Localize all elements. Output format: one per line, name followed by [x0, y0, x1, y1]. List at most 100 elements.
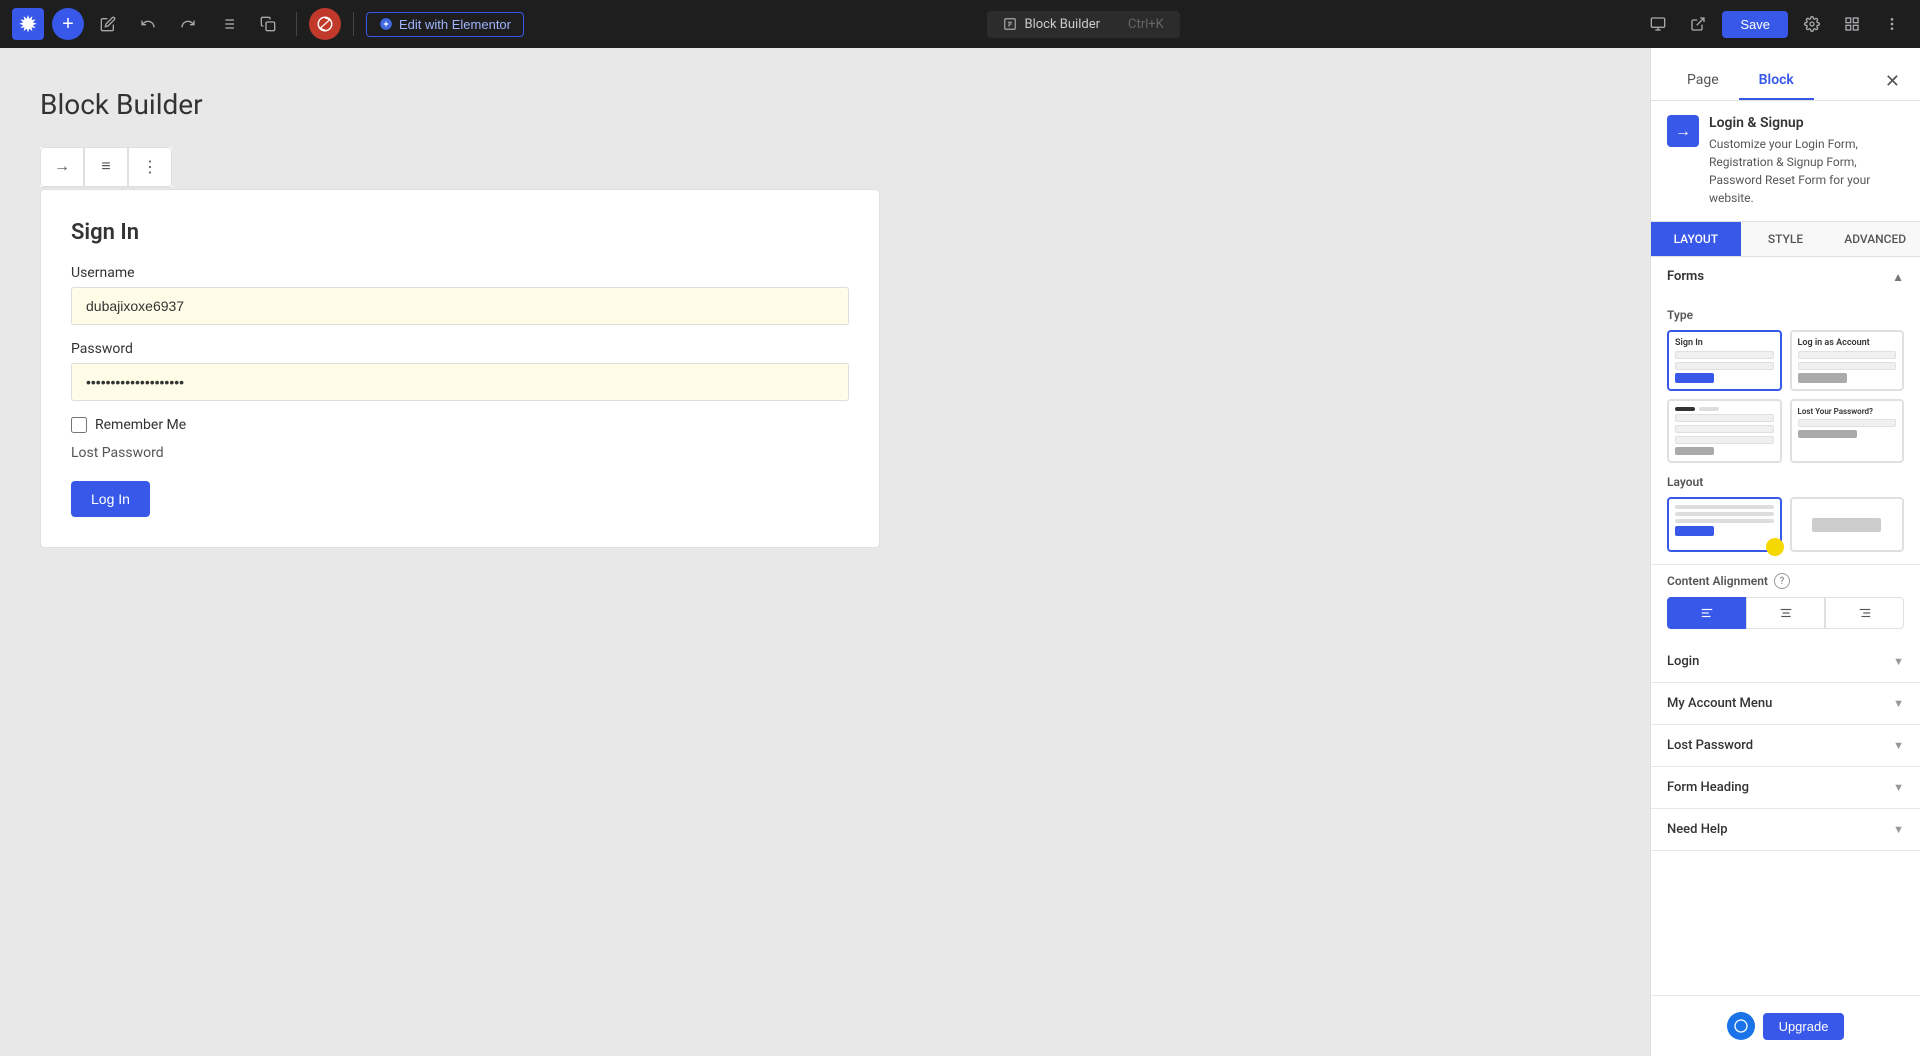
password-input[interactable]: [71, 363, 849, 401]
sub-tab-advanced[interactable]: ADVANCED: [1830, 222, 1920, 256]
sidebar-footer: Upgrade: [1651, 995, 1920, 1056]
accordion-login-header[interactable]: Login ▼: [1651, 641, 1920, 682]
edit-icon-button[interactable]: [92, 8, 124, 40]
block-more-button[interactable]: ⋮: [128, 147, 172, 187]
align-center-button[interactable]: [1746, 597, 1825, 629]
block-widget-wrapper: → ≡ ⋮ Sign In Username Password: [40, 189, 880, 548]
type-card-register-btn: [1675, 447, 1714, 455]
accordion-lost-password-header[interactable]: Lost Password ▼: [1651, 725, 1920, 766]
navigator-button[interactable]: [212, 8, 244, 40]
footer-logo: [1727, 1012, 1755, 1040]
layout-icon-button[interactable]: [1836, 8, 1868, 40]
layout-inline-preview: [1812, 518, 1881, 532]
accordion-form-heading-label: Form Heading: [1667, 780, 1749, 795]
forms-panel-section: Forms ▲ Type Sign In Log in as Acc: [1651, 257, 1920, 565]
toolbar-center: Block Builder Ctrl+K: [532, 11, 1634, 38]
plugin-logo[interactable]: [309, 8, 341, 40]
accordion-login-chevron: ▼: [1893, 655, 1904, 668]
username-label: Username: [71, 265, 849, 281]
responsive-icon-button[interactable]: [1642, 8, 1674, 40]
toolbar-divider: [296, 12, 297, 36]
type-card-account-btn: [1798, 373, 1847, 383]
username-field: Username: [71, 265, 849, 325]
toolbar: ✹ + Edit with Elementor Block Builder Ct…: [0, 0, 1920, 48]
accordion-my-account-label: My Account Menu: [1667, 696, 1772, 711]
tab-block[interactable]: Block: [1739, 62, 1814, 100]
accordion-lost-password-chevron: ▼: [1893, 739, 1904, 752]
sub-tab-layout[interactable]: LAYOUT: [1651, 222, 1741, 256]
forms-section-content: Type Sign In Log in as Account: [1651, 296, 1920, 552]
lost-password-link[interactable]: Lost Password: [71, 445, 849, 461]
accordion-my-account-chevron: ▼: [1893, 697, 1904, 710]
type-card-btn: [1675, 373, 1714, 383]
tab-page[interactable]: Page: [1667, 62, 1739, 100]
layout-label: Layout: [1667, 475, 1904, 489]
save-button[interactable]: Save: [1722, 11, 1788, 38]
page-title-button[interactable]: Block Builder Ctrl+K: [987, 11, 1180, 38]
forms-section-header[interactable]: Forms ▲: [1651, 257, 1920, 296]
alignment-buttons: [1667, 597, 1904, 629]
forms-section-label: Forms: [1667, 269, 1704, 284]
remember-me-label: Remember Me: [95, 417, 186, 433]
sidebar-header: Page Block ✕: [1651, 48, 1920, 101]
page-title-text: Block Builder: [1025, 17, 1101, 32]
type-label: Type: [1667, 308, 1904, 322]
accordion-need-help: Need Help ▼: [1651, 809, 1920, 851]
more-options-button[interactable]: [1876, 8, 1908, 40]
accordion-form-heading: Form Heading ▼: [1651, 767, 1920, 809]
username-input[interactable]: [71, 287, 849, 325]
block-info-text-content: Login & Signup Customize your Login Form…: [1709, 115, 1904, 207]
canvas-page-heading: Block Builder: [40, 88, 203, 121]
form-container: Sign In Username Password Remember Me Lo…: [41, 190, 879, 547]
toolbar-divider-2: [353, 12, 354, 36]
accordion-my-account: My Account Menu ▼: [1651, 683, 1920, 725]
block-align-button[interactable]: ≡: [84, 147, 128, 187]
sub-tab-style[interactable]: STYLE: [1741, 222, 1831, 256]
forms-section-chevron-up: ▲: [1892, 270, 1904, 284]
login-button[interactable]: Log In: [71, 481, 150, 517]
accordion-my-account-header[interactable]: My Account Menu ▼: [1651, 683, 1920, 724]
wp-logo[interactable]: ✹: [12, 8, 44, 40]
sidebar-close-button[interactable]: ✕: [1881, 67, 1904, 96]
accordion-login-label: Login: [1667, 654, 1699, 669]
toolbar-right: Save: [1642, 8, 1908, 40]
canvas: Block Builder → ≡ ⋮ Sign In Username Pas…: [0, 48, 1650, 1056]
edit-with-elementor-button[interactable]: Edit with Elementor: [366, 12, 524, 37]
accordion-need-help-header[interactable]: Need Help ▼: [1651, 809, 1920, 850]
upgrade-button[interactable]: Upgrade: [1763, 1013, 1845, 1040]
block-widget-toolbar: → ≡ ⋮: [40, 147, 172, 188]
type-card-lostpw[interactable]: Lost Your Password?: [1790, 399, 1905, 463]
copy-button[interactable]: [252, 8, 284, 40]
settings-icon-button[interactable]: [1796, 8, 1828, 40]
accordion-lost-password: Lost Password ▼: [1651, 725, 1920, 767]
accordion-need-help-label: Need Help: [1667, 822, 1728, 837]
add-block-button[interactable]: +: [52, 8, 84, 40]
layout-card-inline[interactable]: [1790, 497, 1905, 552]
block-info-description: Customize your Login Form, Registration …: [1709, 135, 1904, 207]
sub-tabs: LAYOUT STYLE ADVANCED: [1651, 222, 1920, 257]
type-card-account[interactable]: Log in as Account: [1790, 330, 1905, 391]
accordion-form-heading-chevron: ▼: [1893, 781, 1904, 794]
accordion-form-heading-header[interactable]: Form Heading ▼: [1651, 767, 1920, 808]
block-move-button[interactable]: →: [40, 147, 84, 187]
type-card-lostpw-btn: [1798, 430, 1857, 438]
form-title: Sign In: [71, 220, 849, 245]
preview-icon-button[interactable]: [1682, 8, 1714, 40]
block-info: → Login & Signup Customize your Login Fo…: [1651, 101, 1920, 222]
accordion-need-help-chevron: ▼: [1893, 823, 1904, 836]
redo-button[interactable]: [172, 8, 204, 40]
type-card-signin[interactable]: Sign In: [1667, 330, 1782, 391]
remember-me-checkbox[interactable]: [71, 417, 87, 433]
accordion-login: Login ▼: [1651, 641, 1920, 683]
layout-card-full[interactable]: [1667, 497, 1782, 552]
type-card-register[interactable]: [1667, 399, 1782, 463]
align-right-button[interactable]: [1825, 597, 1904, 629]
password-field: Password: [71, 341, 849, 401]
align-left-button[interactable]: [1667, 597, 1746, 629]
alignment-label: Content Alignment ?: [1667, 573, 1904, 589]
accordion-lost-password-label: Lost Password: [1667, 738, 1753, 753]
alignment-info-icon[interactable]: ?: [1774, 573, 1790, 589]
undo-button[interactable]: [132, 8, 164, 40]
cursor-indicator: [1766, 538, 1784, 556]
type-grid: Sign In Log in as Account: [1667, 330, 1904, 463]
